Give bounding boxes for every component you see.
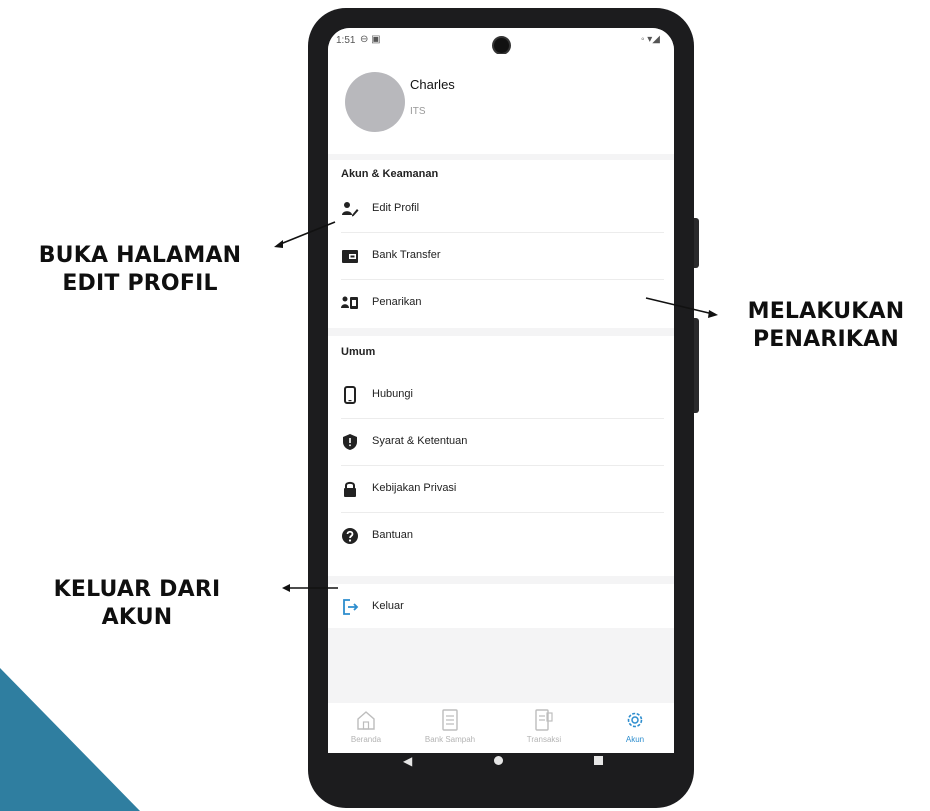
callout-edit-profile-line1: BUKA HALAMAN [38,243,242,268]
nav-item-home[interactable]: Beranda [331,703,401,753]
profile-header[interactable]: Charles ITS [328,54,674,154]
callout-logout-line2: AKUN [101,605,173,630]
menu-item-help[interactable]: Bantuan [328,513,674,560]
status-time: 1:51 [336,35,356,46]
user-edit-icon [342,202,359,217]
receipt-icon [535,709,553,731]
menu-item-edit-profile[interactable]: Edit Profil [328,186,674,233]
menu-label-contact: Hubungi [372,388,413,400]
menu-item-logout[interactable]: Keluar [328,584,674,631]
section-general: Umum Hubungi Syarat & Ketentuan Kebijaka… [328,336,674,576]
callout-withdraw-line2: PENARIKAN [752,327,899,352]
home-button-icon[interactable] [494,756,503,765]
gear-icon [627,712,643,728]
callout-logout: KELUAR DARI AKUN [18,576,256,632]
nav-label-account: Akun [625,735,645,744]
phone-frame: 1:51 ⊖ ▣ ◦ ▾◢ Charles ITS Akun & Keamana… [308,8,699,808]
back-icon[interactable]: ◀ [403,754,412,768]
avatar [345,72,405,132]
callout-edit-profile-line2: EDIT PROFIL [62,271,218,296]
menu-item-terms[interactable]: Syarat & Ketentuan [328,419,674,466]
bottom-navigation: Beranda Bank Sampah Transaksi Akun [328,703,674,753]
help-icon [342,528,358,544]
menu-item-contact[interactable]: Hubungi [328,372,674,419]
phone-bottom-bezel [328,776,674,800]
menu-item-withdraw[interactable]: Penarikan [328,280,674,327]
menu-label-bank-transfer: Bank Transfer [372,249,441,261]
section-title-general: Umum [341,346,376,358]
menu-label-withdraw: Penarikan [372,296,422,308]
callout-withdraw-line1: MELAKUKAN [747,299,905,324]
menu-label-privacy: Kebijakan Privasi [372,482,457,494]
status-bar: 1:51 ⊖ ▣ ◦ ▾◢ [328,28,674,54]
menu-item-privacy[interactable]: Kebijakan Privasi [328,466,674,513]
logout-icon [343,599,359,615]
nav-item-transactions[interactable]: Transaksi [509,703,579,753]
section-title-account: Akun & Keamanan [341,168,439,180]
menu-label-help: Bantuan [372,529,413,541]
menu-label-terms: Syarat & Ketentuan [372,435,468,447]
document-icon [442,709,458,731]
withdraw-icon [341,296,358,309]
home-icon [357,711,375,730]
callout-edit-profile: BUKA HALAMAN EDIT PROFIL [8,242,272,298]
lock-icon [344,481,356,497]
menu-label-logout: Keluar [372,600,404,612]
status-notification-icons: ⊖ ▣ [360,34,381,45]
profile-organization: ITS [410,106,426,117]
nav-label-waste-bank: Bank Sampah [424,735,476,744]
recent-apps-icon[interactable] [594,756,603,765]
nav-item-waste-bank[interactable]: Bank Sampah [415,703,485,753]
section-account-security: Akun & Keamanan Edit Profil Bank Transfe… [328,160,674,328]
phone-volume-button [694,318,699,413]
menu-label-edit-profile: Edit Profil [372,202,420,214]
menu-item-bank-transfer[interactable]: Bank Transfer [328,233,674,280]
nav-label-home: Beranda [350,735,382,744]
wallet-icon [342,250,358,263]
phone-side-button [694,218,699,268]
callout-logout-line1: KELUAR DARI [53,577,221,602]
nav-label-transactions: Transaksi [526,735,562,744]
nav-item-account[interactable]: Akun [600,703,670,753]
app-screen: 1:51 ⊖ ▣ ◦ ▾◢ Charles ITS Akun & Keamana… [328,28,674,776]
profile-name: Charles [410,77,455,92]
phone-icon [344,386,356,404]
callout-withdraw: MELAKUKAN PENARIKAN [726,298,926,354]
section-logout: Keluar [328,584,674,628]
status-signal-icons: ◦ ▾◢ [640,34,660,45]
shield-icon [343,434,357,450]
front-camera-icon [494,38,509,53]
